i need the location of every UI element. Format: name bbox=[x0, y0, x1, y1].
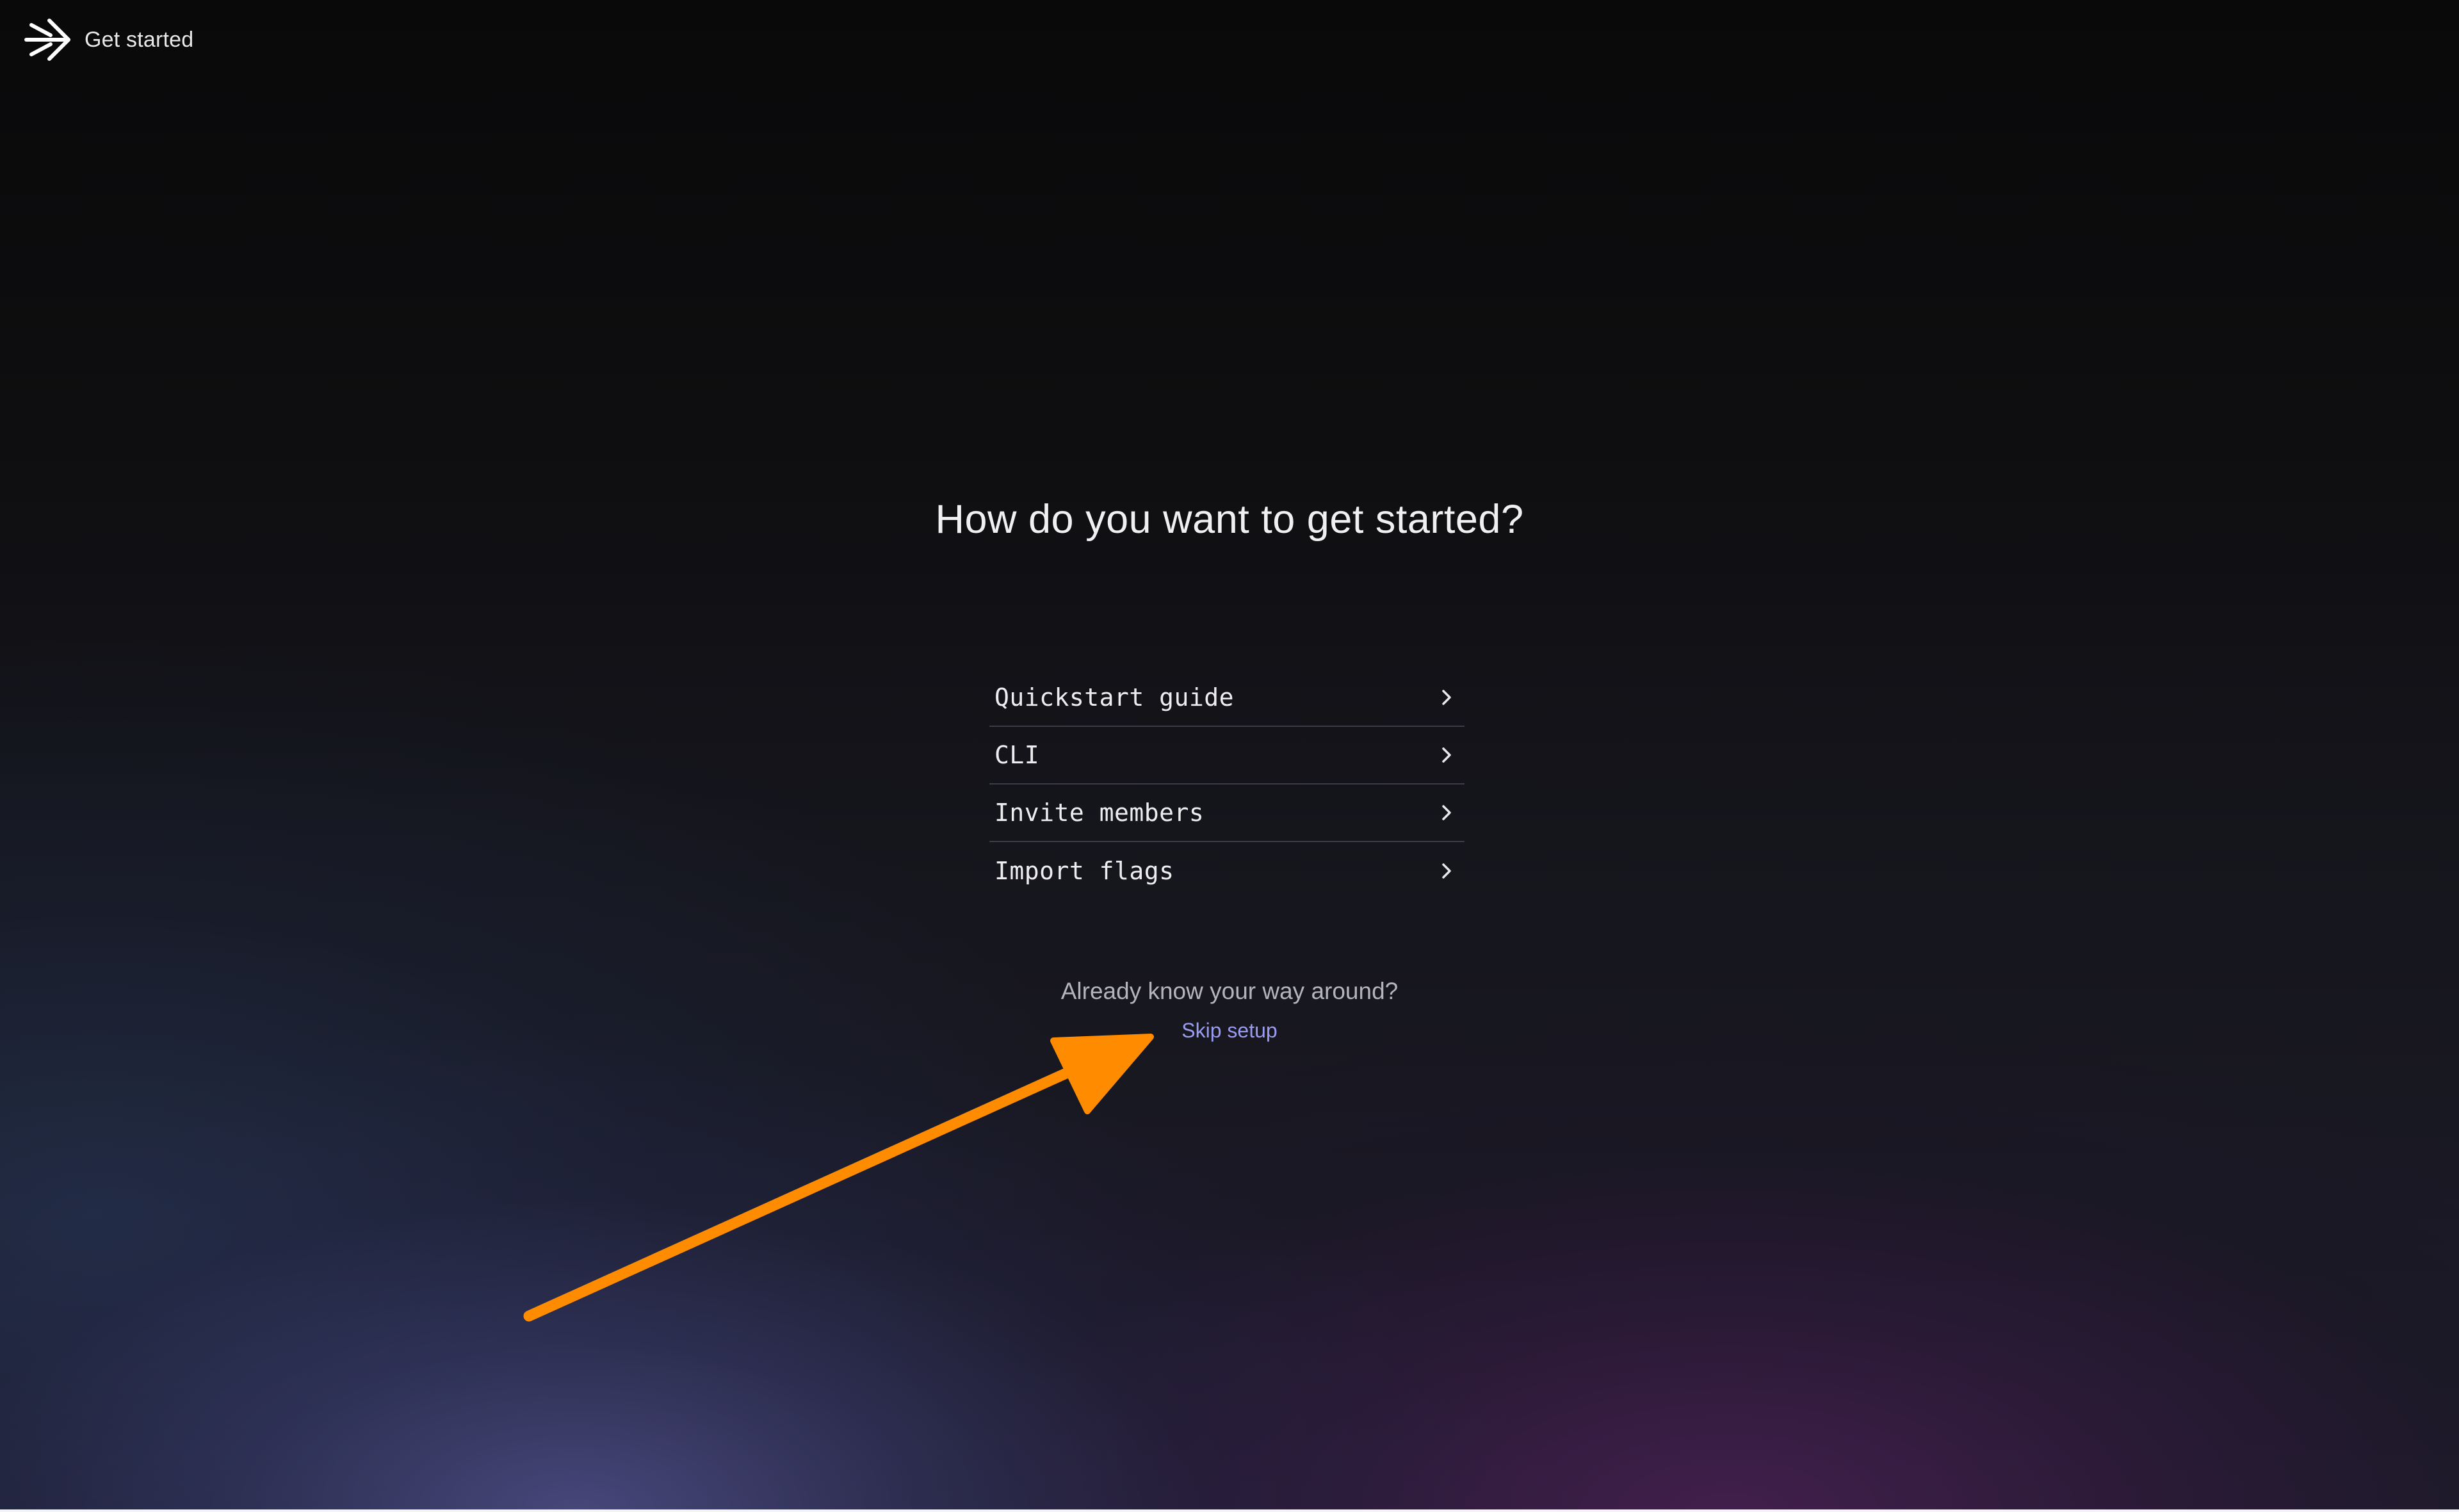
option-cli[interactable]: CLI bbox=[989, 727, 1465, 784]
option-label: Quickstart guide bbox=[994, 683, 1235, 711]
app-title: Get started bbox=[85, 27, 194, 52]
arrow-right-logo-icon[interactable] bbox=[22, 14, 73, 65]
option-label: CLI bbox=[994, 741, 1040, 769]
option-quickstart-guide[interactable]: Quickstart guide bbox=[989, 669, 1465, 727]
chevron-right-icon bbox=[1438, 862, 1456, 880]
chevron-right-icon bbox=[1438, 688, 1456, 706]
options-list: Quickstart guide CLI Invite members Impo… bbox=[989, 669, 1465, 900]
header-bar: Get started bbox=[22, 14, 193, 65]
option-invite-members[interactable]: Invite members bbox=[989, 784, 1465, 842]
option-label: Invite members bbox=[994, 799, 1205, 827]
skip-setup-link[interactable]: Skip setup bbox=[1181, 1019, 1277, 1042]
skip-setup-container: Skip setup bbox=[0, 1019, 2459, 1043]
chevron-right-icon bbox=[1438, 746, 1456, 764]
bottom-edge bbox=[0, 1509, 2459, 1512]
page-heading: How do you want to get started? bbox=[935, 497, 1524, 542]
option-label: Import flags bbox=[994, 857, 1174, 885]
option-import-flags[interactable]: Import flags bbox=[989, 842, 1465, 900]
chevron-right-icon bbox=[1438, 804, 1456, 822]
footer-text: Already know your way around? bbox=[1060, 978, 1399, 1004]
